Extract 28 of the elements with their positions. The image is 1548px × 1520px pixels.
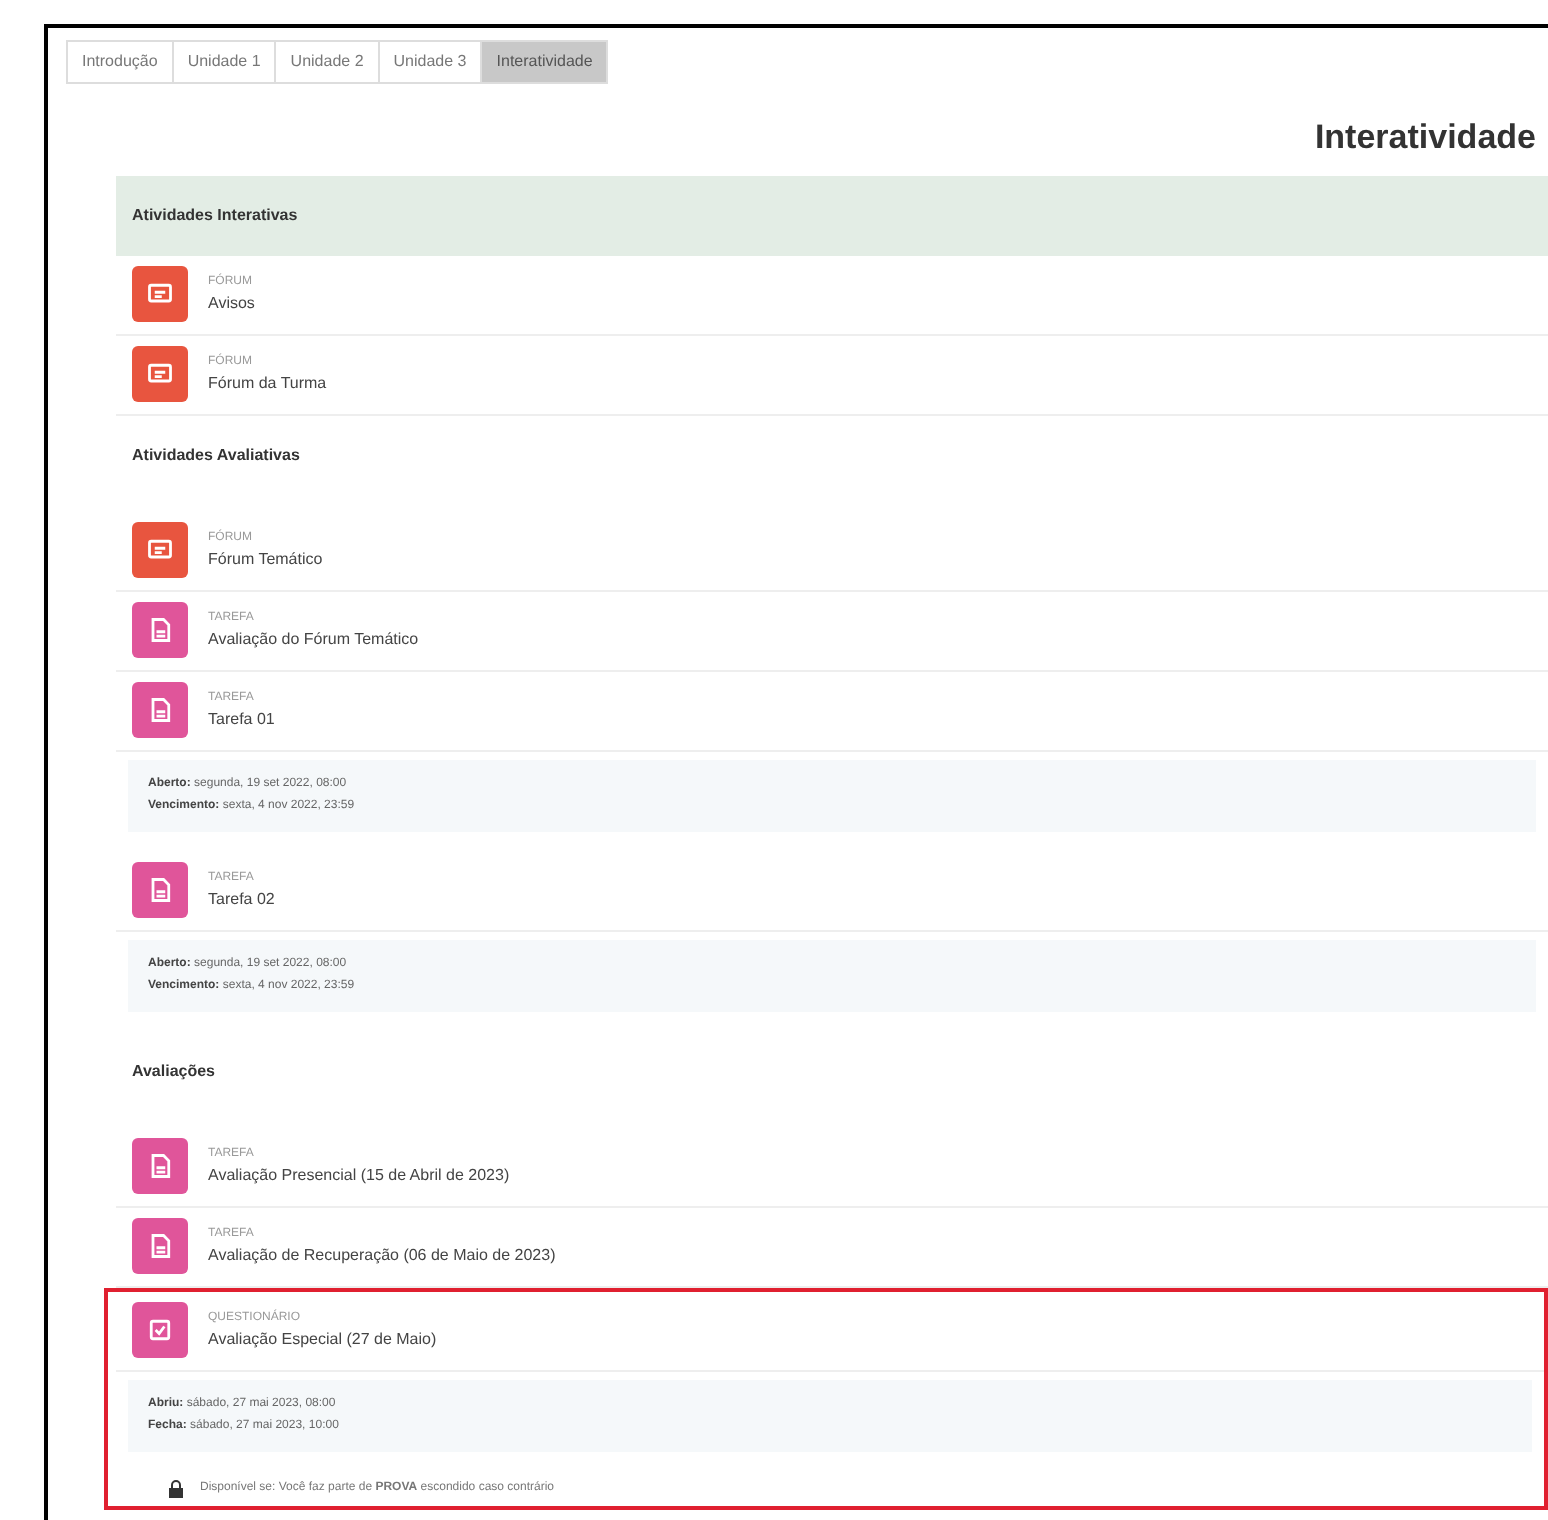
section-tab[interactable]: Interatividade: [480, 40, 609, 84]
activity-link[interactable]: Fórum Temático: [208, 547, 323, 571]
activity-link[interactable]: Avaliação do Fórum Temático: [208, 627, 419, 651]
section-tab[interactable]: Introdução: [66, 40, 174, 84]
forum-icon: [146, 280, 174, 308]
forum-icon: [146, 360, 174, 388]
activity-link[interactable]: Avaliação de Recuperação (06 de Maio de 2023): [208, 1243, 556, 1267]
activity-link[interactable]: Avaliação Especial (27 de Maio): [208, 1327, 437, 1351]
section-tab[interactable]: Unidade 3: [377, 40, 483, 84]
checklist-icon: [146, 1316, 174, 1344]
section-tab[interactable]: Unidade 1: [171, 40, 277, 84]
activity-link[interactable]: Tarefa 02: [208, 887, 275, 911]
document-icon: [146, 876, 174, 904]
document-icon: [146, 1232, 174, 1260]
activity-link[interactable]: Tarefa 01: [208, 707, 275, 731]
activity-link[interactable]: Avaliação Presencial (15 de Abril de 2023): [208, 1163, 510, 1187]
forum-icon: [146, 536, 174, 564]
lock-icon: [168, 1479, 184, 1497]
section-tab[interactable]: Unidade 2: [274, 40, 380, 84]
document-icon: [146, 1152, 174, 1180]
activity-link[interactable]: Fórum da Turma: [208, 371, 327, 395]
section-header: Atividades Interativas: [116, 175, 1548, 255]
document-icon: [146, 616, 174, 644]
page-title: Interatividade: [1314, 116, 1536, 160]
section-title: Atividades Avaliativas: [132, 443, 300, 467]
activity-link[interactable]: Avisos: [208, 291, 255, 315]
section-title: Avaliações: [132, 1059, 216, 1083]
document-icon: [146, 696, 174, 724]
